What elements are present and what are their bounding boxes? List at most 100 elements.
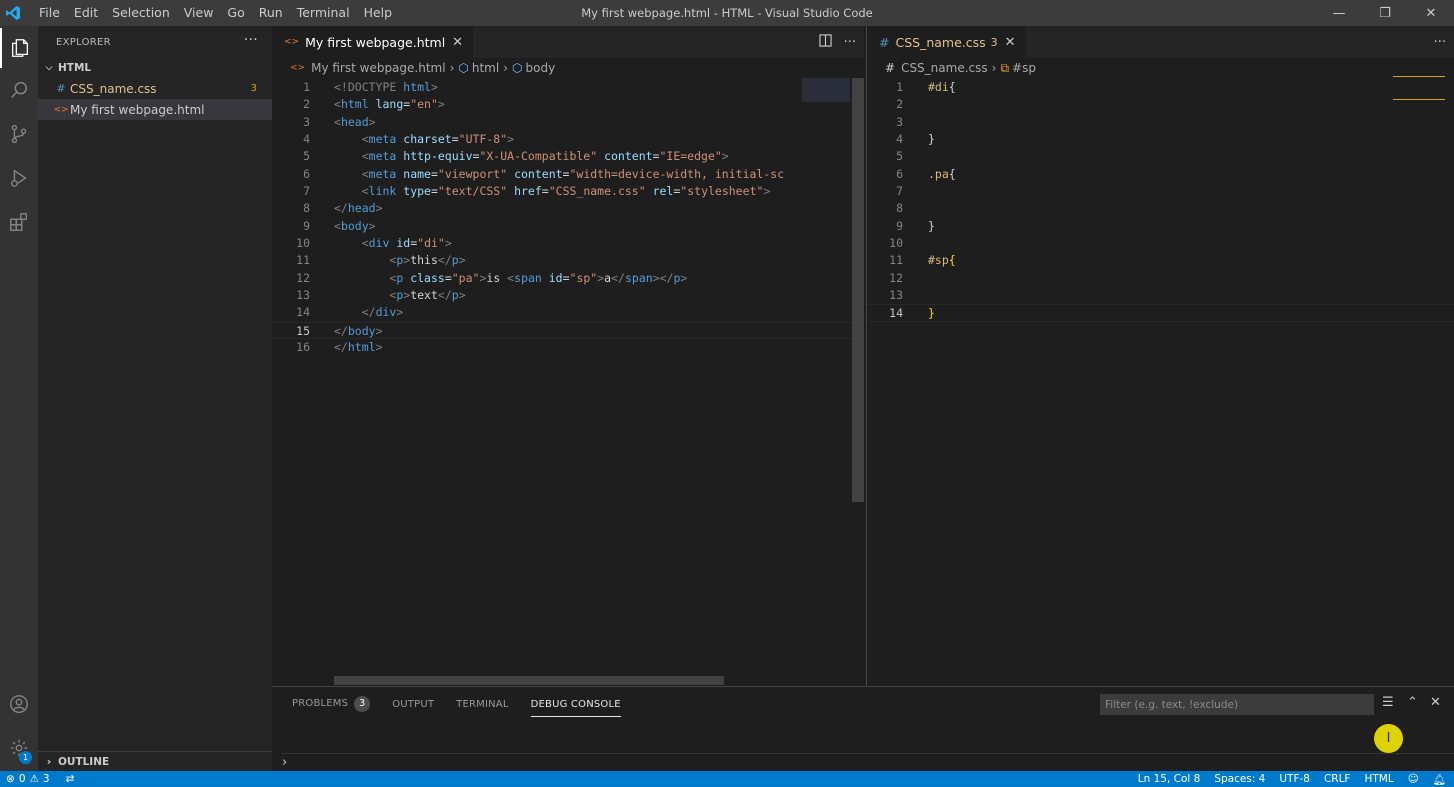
minimap[interactable] — [802, 78, 850, 102]
menu-view[interactable]: View — [177, 0, 221, 26]
code-line[interactable]: 13 <p>text</p> — [272, 287, 864, 304]
tab-my-first-webpage[interactable]: <> My first webpage.html ✕ — [272, 26, 474, 58]
code-line[interactable]: 6 .pa{ — [867, 166, 1454, 183]
menu-file[interactable]: File — [32, 0, 67, 26]
file-item-html[interactable]: <> My first webpage.html — [38, 99, 272, 120]
code-line[interactable]: 11 <p>this</p> — [272, 252, 864, 269]
code-line[interactable]: 8 — [867, 200, 1454, 217]
vertical-scrollbar[interactable] — [852, 78, 864, 502]
source-control-icon[interactable] — [0, 114, 38, 154]
code-line[interactable]: 14 </div> — [272, 304, 864, 321]
tab-css-name[interactable]: # CSS_name.css 3 ✕ — [867, 26, 1026, 58]
code-line[interactable]: 11 #sp{ — [867, 252, 1454, 269]
problems-count-badge: 3 — [354, 696, 371, 712]
html-file-icon: <> — [284, 37, 300, 47]
cursor-position[interactable]: Ln 15, Col 8 — [1138, 773, 1201, 785]
outline-label: OUTLINE — [58, 755, 110, 768]
code-line[interactable]: 1 #di{ — [867, 79, 1454, 96]
file-item-css[interactable]: # CSS_name.css 3 — [38, 78, 272, 99]
code-line[interactable]: 13 — [867, 287, 1454, 304]
code-line[interactable]: 7 <link type="text/CSS" href="CSS_name.c… — [272, 183, 864, 200]
code-line[interactable]: 9} — [867, 218, 1454, 235]
debug-console-input[interactable]: › — [282, 753, 1454, 772]
minimap[interactable] — [1393, 76, 1445, 100]
feedback-icon[interactable]: ☺ — [1408, 773, 1419, 785]
more-actions-icon[interactable]: ··· — [1434, 35, 1446, 50]
search-icon[interactable] — [0, 70, 38, 110]
problems-status[interactable]: ⊗ 0 ⚠ 3 ⇄ — [0, 773, 74, 785]
horizontal-scrollbar[interactable] — [334, 676, 724, 685]
code-line[interactable]: 10 — [867, 235, 1454, 252]
tab-debug-console[interactable]: DEBUG CONSOLE — [530, 691, 621, 717]
menu-help[interactable]: Help — [357, 0, 400, 26]
line-number: 9 — [896, 218, 903, 233]
notifications-bell-icon[interactable]: 🔔︎ — [1433, 773, 1446, 786]
file-problem-count: 3 — [250, 83, 257, 94]
code-line[interactable]: 2 — [867, 96, 1454, 113]
explorer-more-actions-icon[interactable]: ··· — [244, 32, 258, 48]
folder-section-header[interactable]: ⌵ HTML — [38, 58, 272, 78]
indentation[interactable]: Spaces: 4 — [1214, 773, 1265, 785]
settings-gear-icon[interactable]: 1 — [0, 728, 38, 768]
code-line[interactable]: 12 — [867, 270, 1454, 287]
live-share-icon[interactable]: ⇄ — [66, 773, 75, 785]
language-mode[interactable]: HTML — [1364, 773, 1393, 785]
line-number: 10 — [889, 235, 903, 250]
close-tab-icon[interactable]: ✕ — [1005, 35, 1016, 50]
breadcrumb-item[interactable]: My first webpage.html — [311, 61, 445, 75]
line-number: 12 — [889, 270, 903, 285]
code-line[interactable]: 10 <div id="di"> — [272, 235, 864, 252]
code-line[interactable]: 4 <meta charset="UTF-8"> — [272, 131, 864, 148]
accounts-icon[interactable] — [0, 684, 38, 724]
extensions-icon[interactable] — [0, 202, 38, 242]
code-line[interactable]: 12 <p class="pa">is <span id="sp">a</spa… — [272, 270, 864, 287]
code-line[interactable]: 5 <meta http-equiv="X-UA-Compatible" con… — [272, 148, 864, 165]
menu-edit[interactable]: Edit — [67, 0, 105, 26]
breadcrumb-item[interactable]: body — [526, 61, 556, 75]
code-line[interactable]: 6 <meta name="viewport" content="width=d… — [272, 166, 864, 183]
tab-output[interactable]: OUTPUT — [392, 699, 434, 710]
code-line[interactable]: 7 — [867, 183, 1454, 200]
file-encoding[interactable]: UTF-8 — [1279, 773, 1310, 785]
menu-selection[interactable]: Selection — [105, 0, 177, 26]
code-editor-html[interactable]: 1 <!DOCTYPE html> 2 <html lang="en"> 3 <head>… — [272, 78, 864, 682]
end-of-line[interactable]: CRLF — [1324, 773, 1351, 785]
minimize-button[interactable]: — — [1316, 0, 1362, 26]
close-panel-icon[interactable]: ✕ — [1430, 695, 1441, 710]
breadcrumb-item[interactable]: html — [472, 61, 499, 75]
maximize-panel-icon[interactable]: ⌃ — [1407, 695, 1418, 710]
explorer-icon[interactable] — [0, 28, 38, 68]
menu-terminal[interactable]: Terminal — [290, 0, 357, 26]
code-line[interactable]: 1 <!DOCTYPE html> — [272, 79, 864, 96]
code-line[interactable]: 3 <head> — [272, 114, 864, 131]
line-number: 6 — [303, 166, 310, 181]
outline-section-header[interactable]: › OUTLINE — [38, 751, 272, 771]
line-text: } — [928, 218, 935, 233]
close-window-button[interactable]: ✕ — [1408, 0, 1454, 26]
line-number: 5 — [303, 149, 310, 164]
code-line[interactable]: 16 </html> — [272, 339, 864, 356]
breadcrumb-item[interactable]: CSS_name.css — [901, 61, 988, 75]
maximize-button[interactable]: ❐ — [1362, 0, 1408, 26]
code-editor-css[interactable]: 1 #di{2 3 4} 5 6 .pa{7 8 9} 10 11 #sp{12 13 14} — [867, 78, 1454, 682]
line-text: <link type="text/CSS" href="CSS_name.css… — [361, 183, 771, 198]
code-line[interactable]: 2 <html lang="en"> — [272, 96, 864, 113]
run-debug-icon[interactable] — [0, 158, 38, 198]
menu-run[interactable]: Run — [252, 0, 290, 26]
clear-console-icon[interactable]: ☰ — [1382, 695, 1394, 710]
code-line[interactable]: 5 — [867, 148, 1454, 165]
debug-console-filter-input[interactable] — [1100, 694, 1374, 715]
code-line[interactable]: 9 <body> — [272, 218, 864, 235]
menu-go[interactable]: Go — [220, 0, 251, 26]
code-line[interactable]: 14} — [867, 304, 1454, 322]
code-line[interactable]: 15 </body> — [272, 321, 864, 339]
more-actions-icon[interactable]: ··· — [844, 35, 856, 50]
code-line[interactable]: 4} — [867, 131, 1454, 148]
tab-terminal[interactable]: TERMINAL — [456, 699, 508, 710]
breadcrumb-item[interactable]: #sp — [1012, 61, 1036, 75]
code-line[interactable]: 3 — [867, 114, 1454, 131]
code-line[interactable]: 8 </head> — [272, 200, 864, 217]
close-tab-icon[interactable]: ✕ — [452, 35, 463, 50]
split-editor-icon[interactable] — [818, 33, 832, 51]
tab-problems[interactable]: PROBLEMS 3 — [292, 696, 371, 712]
